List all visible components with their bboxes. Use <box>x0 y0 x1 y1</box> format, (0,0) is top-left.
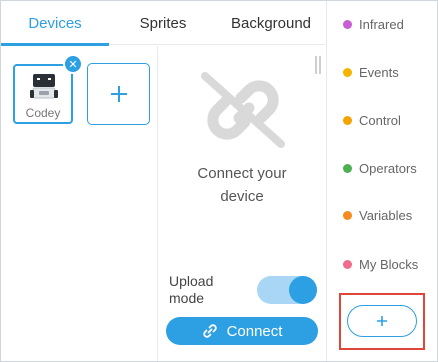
device-list: Codey ✕ <box>1 46 158 361</box>
category-label: Infrared <box>359 16 404 32</box>
category-label: My Blocks <box>359 256 419 272</box>
plus-icon <box>110 86 127 102</box>
upload-mode-label: Upload mode <box>169 273 214 306</box>
connect-button-label: Connect <box>226 322 283 340</box>
tab-sprites[interactable]: Sprites <box>109 1 217 45</box>
codey-robot-icon <box>30 74 58 99</box>
connect-button[interactable]: Connect <box>166 317 318 345</box>
close-icon: ✕ <box>68 58 78 71</box>
category-dot <box>343 259 352 269</box>
remove-device-button[interactable]: ✕ <box>63 54 83 74</box>
connect-message: Connect your device <box>197 165 287 205</box>
category-label: Control <box>359 112 401 128</box>
category-dot <box>343 67 352 77</box>
category-variables[interactable]: Variables <box>327 200 438 230</box>
link-icon <box>202 324 217 338</box>
device-card-codey[interactable]: Codey <box>13 64 73 124</box>
upload-mode-toggle[interactable] <box>257 276 317 304</box>
category-dot <box>343 163 352 173</box>
category-operators[interactable]: Operators <box>327 153 438 183</box>
category-dot <box>343 115 352 125</box>
add-extension-button[interactable] <box>347 305 417 337</box>
device-name: Codey <box>25 106 61 120</box>
toggle-knob <box>289 276 317 304</box>
category-dot <box>343 210 352 220</box>
connect-panel: Connect your device Upload mode Connect <box>159 46 325 361</box>
category-dot <box>343 19 352 29</box>
add-device-button[interactable] <box>87 63 150 125</box>
category-my-blocks[interactable]: My Blocks <box>327 249 438 279</box>
tab-background[interactable]: Background <box>217 1 325 45</box>
resize-handle[interactable] <box>315 56 321 74</box>
category-label: Operators <box>359 160 417 176</box>
category-control[interactable]: Control <box>327 105 438 135</box>
category-infrared[interactable]: Infrared <box>327 9 438 39</box>
tab-devices[interactable]: Devices <box>1 1 109 46</box>
category-label: Events <box>359 64 399 80</box>
unlinked-icon <box>201 72 285 148</box>
plus-icon <box>377 316 387 326</box>
tab-bar: Devices Sprites Background <box>1 1 325 46</box>
category-events[interactable]: Events <box>327 57 438 87</box>
category-label: Variables <box>359 207 413 223</box>
